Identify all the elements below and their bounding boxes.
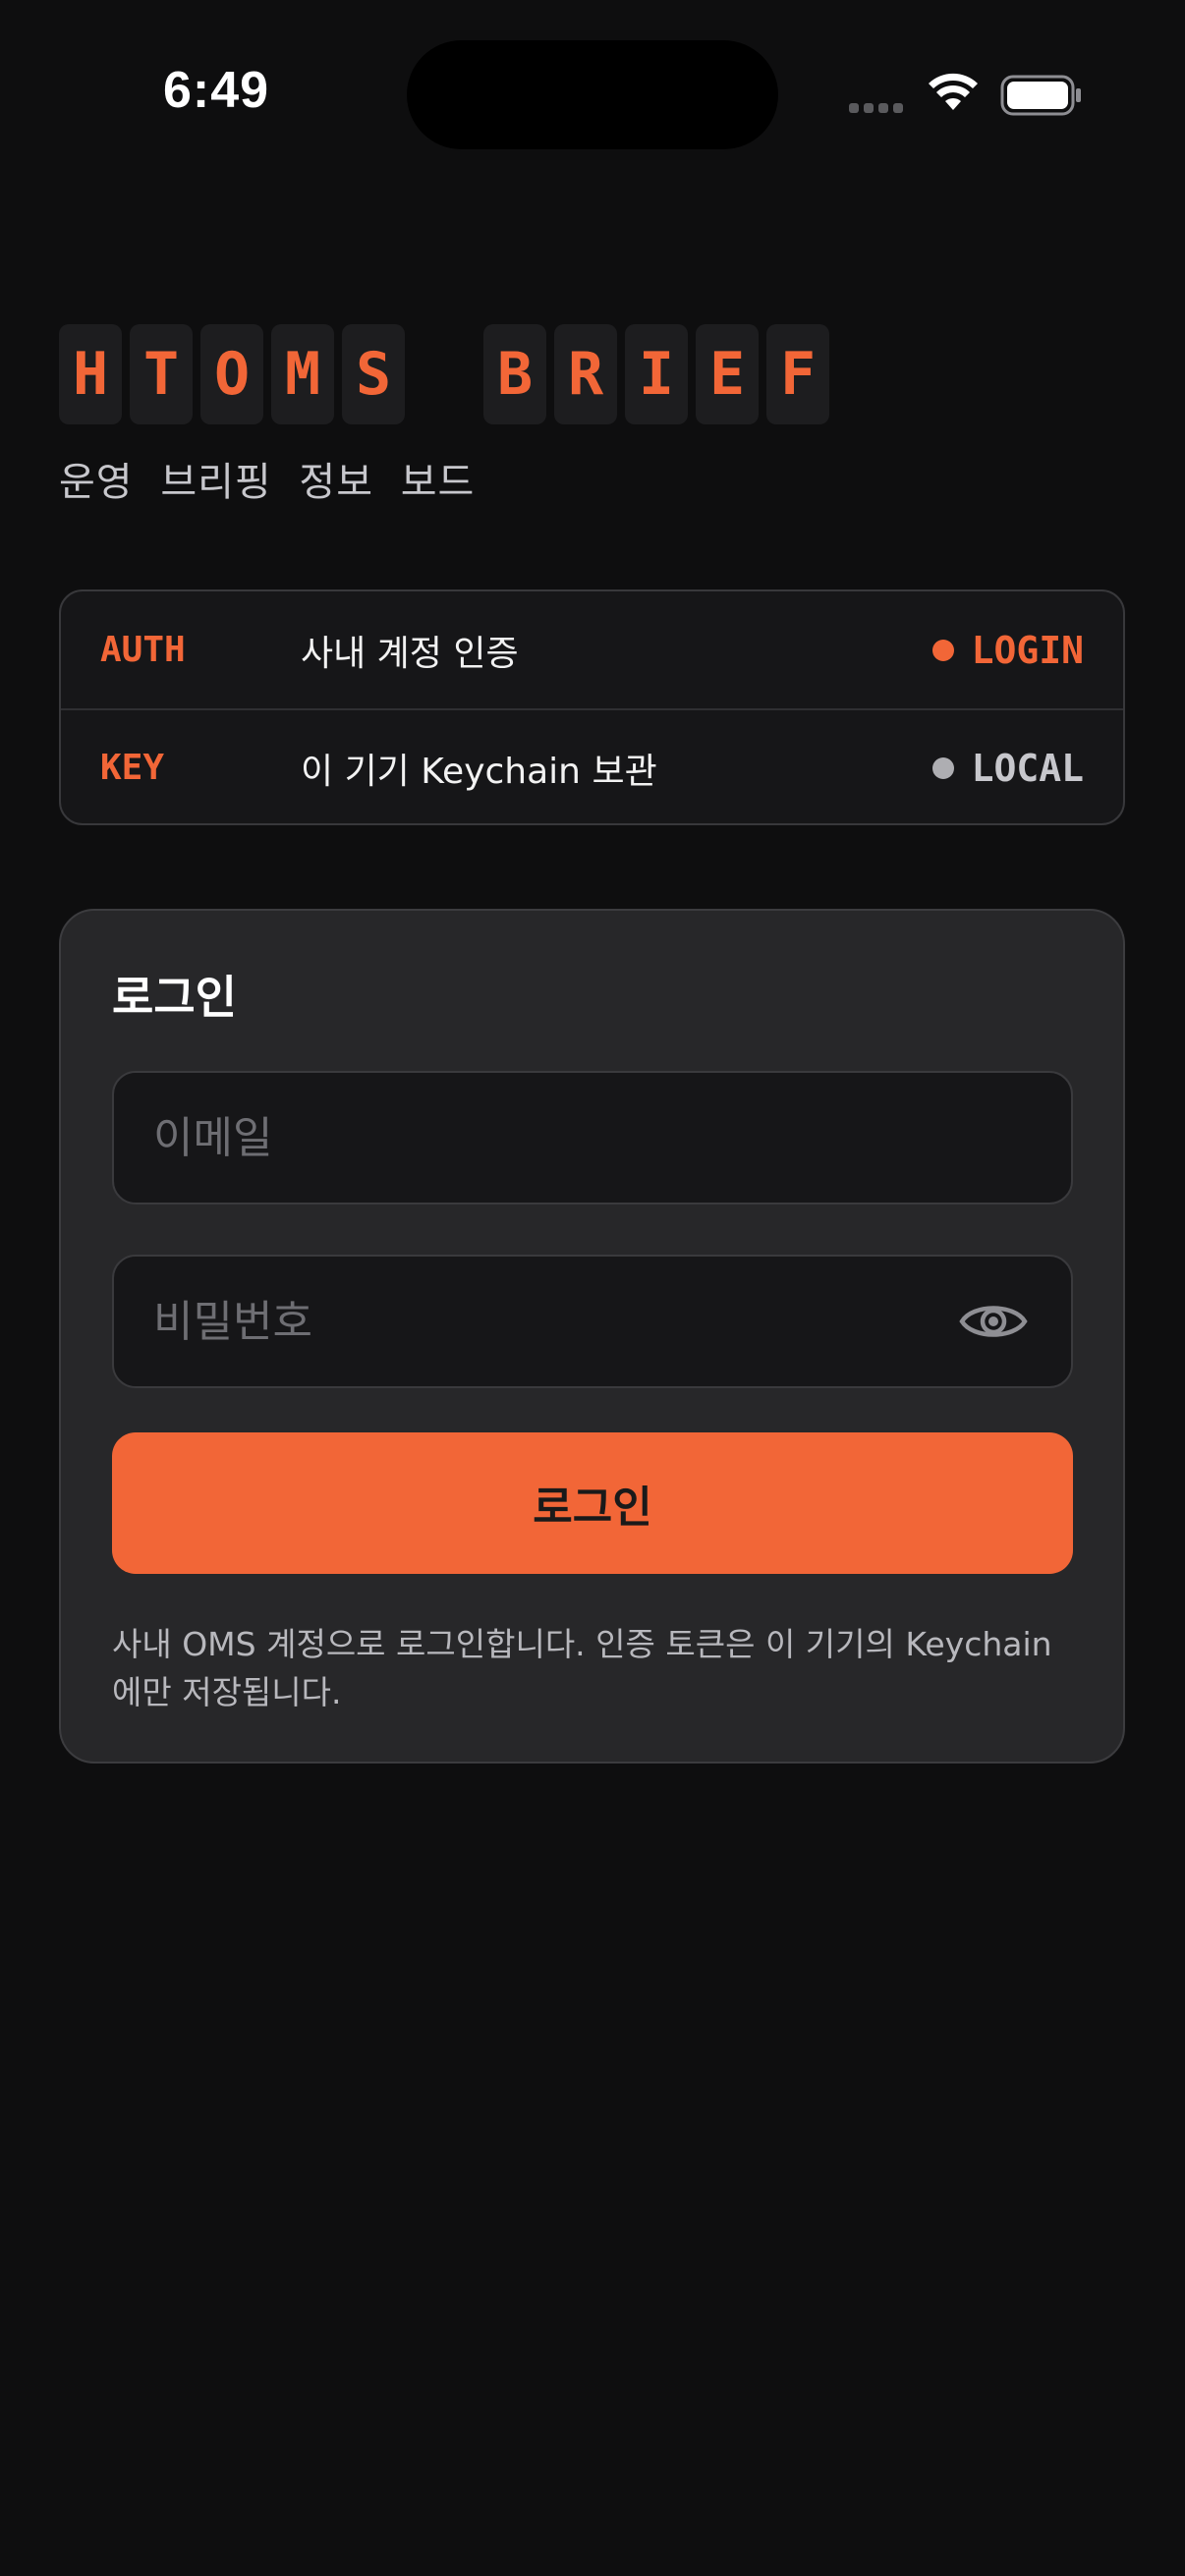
brand-letter: O xyxy=(200,324,263,424)
brand-letter: T xyxy=(130,324,193,424)
login-card: 로그인 로그인 사내 OMS 계정으로 로그인합니다. 인증 토큰은 이 기기의… xyxy=(59,909,1125,1764)
status-card: AUTH 사내 계정 인증 LOGIN KEY 이 기기 Keychain 보관… xyxy=(59,589,1125,825)
login-note: 사내 OMS 계정으로 로그인합니다. 인증 토큰은 이 기기의 Keychai… xyxy=(112,1625,1052,1711)
status-dot-icon xyxy=(931,756,954,779)
battery-icon xyxy=(1000,75,1081,116)
status-key: KEY xyxy=(100,748,165,788)
brand-letter: B xyxy=(483,324,546,424)
wifi-icon xyxy=(929,73,978,110)
status-state: LOCAL xyxy=(931,746,1084,790)
brand-letter-space xyxy=(413,324,476,424)
eye-icon[interactable] xyxy=(959,1298,1028,1345)
email-field[interactable] xyxy=(112,1071,1073,1204)
status-description: 사내 계정 인증 xyxy=(301,633,519,674)
brand-letter: H xyxy=(59,324,122,424)
brand-letter: F xyxy=(766,324,829,424)
brand-letter: S xyxy=(342,324,405,424)
password-input[interactable] xyxy=(114,1257,1071,1386)
status-description: 이 기기 Keychain 보관 xyxy=(301,751,657,792)
status-row-auth: AUTH 사내 계정 인증 LOGIN xyxy=(61,591,1123,708)
brand-letter: E xyxy=(696,324,759,424)
cellular-signal-icon xyxy=(849,103,903,113)
status-state: LOGIN xyxy=(931,628,1084,672)
status-row-key: KEY 이 기기 Keychain 보관 LOCAL xyxy=(61,708,1123,823)
password-field[interactable] xyxy=(112,1255,1073,1388)
brand-letter: R xyxy=(554,324,617,424)
status-time: 6:49 xyxy=(163,62,270,119)
login-title: 로그인 xyxy=(112,971,237,1024)
email-input[interactable] xyxy=(114,1073,1071,1203)
status-dot-icon xyxy=(931,639,954,661)
status-key: AUTH xyxy=(100,630,186,670)
brand-subtitle: 운영 브리핑 정보 보드 xyxy=(59,460,476,505)
login-screen: 6:49 H T O M S B R I E F 운영 브리핑 정보 보드 AU… xyxy=(0,0,1185,2576)
brand-title: H T O M S B R I E F xyxy=(59,324,837,424)
brand-letter: I xyxy=(625,324,688,424)
status-value: LOCAL xyxy=(971,746,1084,790)
dynamic-island xyxy=(407,40,778,149)
brand-letter: M xyxy=(271,324,334,424)
status-value: LOGIN xyxy=(971,628,1084,672)
login-button[interactable]: 로그인 xyxy=(112,1432,1073,1574)
